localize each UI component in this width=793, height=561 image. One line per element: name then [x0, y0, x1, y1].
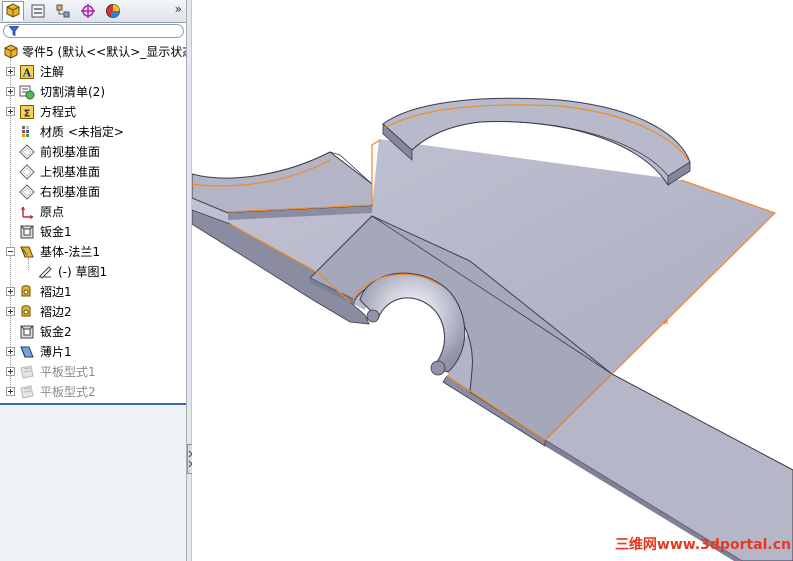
- tree-item[interactable]: 平板型式2: [0, 382, 186, 402]
- tree-filter-input[interactable]: [3, 24, 184, 38]
- tree-item[interactable]: 原点: [0, 202, 186, 222]
- tree-item[interactable]: 钣金2: [0, 322, 186, 342]
- watermark-text: 三维网www.3dportal.cn: [614, 537, 791, 553]
- tree-item-label: 前视基准面: [40, 145, 101, 159]
- propertymanager-tab[interactable]: [27, 1, 49, 21]
- tab-feature-icon: [19, 344, 35, 360]
- tree-item[interactable]: (-) 草图1: [0, 262, 186, 282]
- tree-item[interactable]: 前视基准面: [0, 142, 186, 162]
- svg-text:A: A: [22, 67, 32, 80]
- tree-item[interactable]: 上视基准面: [0, 162, 186, 182]
- tree-item-label: 平板型式1: [40, 365, 96, 379]
- cut-list-icon: [19, 84, 35, 100]
- tree-item[interactable]: 褶边2: [0, 302, 186, 322]
- more-tabs-button[interactable]: »: [175, 2, 182, 16]
- plane-icon: [19, 144, 35, 160]
- annotation-icon: A: [19, 64, 35, 80]
- tree-item-label: 平板型式2: [40, 385, 96, 399]
- collapse-toggle[interactable]: [6, 247, 15, 256]
- part-icon: [3, 44, 19, 60]
- tree-item-label: 钣金2: [40, 325, 72, 339]
- hem-icon: [19, 304, 35, 320]
- expand-toggle[interactable]: [6, 67, 15, 76]
- configuration-icon: [56, 4, 70, 18]
- tree-item[interactable]: Σ 方程式: [0, 102, 186, 122]
- tree-item[interactable]: 材质 <未指定>: [0, 122, 186, 142]
- tree-item-label: 褶边1: [40, 285, 72, 299]
- panel-tab-bar: »: [0, 0, 186, 23]
- expand-toggle[interactable]: [6, 367, 15, 376]
- tree-item-label: 上视基准面: [40, 165, 101, 179]
- flat-pattern-icon: [19, 364, 35, 380]
- plane-icon: [19, 184, 35, 200]
- hem-icon: [19, 284, 35, 300]
- tree-item-label: 褶边2: [40, 305, 72, 319]
- tree-item-label: 注解: [40, 65, 65, 79]
- flat-pattern-icon: [19, 384, 35, 400]
- panel-empty-area: [0, 405, 186, 561]
- tree-item-label: 右视基准面: [40, 185, 101, 199]
- sheet-metal-icon: [19, 224, 35, 240]
- propertymanager-icon: [31, 4, 45, 18]
- tree-item[interactable]: 右视基准面: [0, 182, 186, 202]
- tree-item[interactable]: 平板型式1: [0, 362, 186, 382]
- expand-toggle[interactable]: [6, 87, 15, 96]
- tree-item-label: 原点: [40, 205, 65, 219]
- tree-item-label: 钣金1: [40, 225, 72, 239]
- expand-toggle[interactable]: [6, 287, 15, 296]
- expand-toggle[interactable]: [6, 347, 15, 356]
- featuremanager-tree-icon: [6, 3, 20, 18]
- plane-icon: [19, 164, 35, 180]
- tree-item-label: 方程式: [40, 105, 77, 119]
- tree-item[interactable]: 钣金1: [0, 222, 186, 242]
- graphics-viewport[interactable]: 三维网www.3dportal.cn: [192, 0, 793, 561]
- featuremanager-tab[interactable]: [2, 1, 24, 21]
- tree-item-label: 薄片1: [40, 345, 72, 359]
- tree-item[interactable]: 薄片1: [0, 342, 186, 362]
- svg-text:Σ: Σ: [24, 109, 31, 120]
- expand-toggle[interactable]: [6, 107, 15, 116]
- tree-item-label: 基体-法兰1: [40, 245, 100, 259]
- expand-toggle[interactable]: [6, 307, 15, 316]
- tree-item[interactable]: A 注解: [0, 62, 186, 82]
- sheet-metal-icon: [19, 324, 35, 340]
- dimxpert-tab[interactable]: [77, 1, 99, 21]
- tree-item[interactable]: 切割清单(2): [0, 82, 186, 102]
- display-manager-tab[interactable]: [102, 1, 124, 21]
- sketch-icon: [37, 264, 53, 280]
- material-icon: [19, 124, 35, 140]
- equation-icon: Σ: [19, 104, 35, 120]
- filter-funnel-icon: [9, 26, 19, 36]
- expand-toggle[interactable]: [6, 387, 15, 396]
- tree-item[interactable]: 基体-法兰1: [0, 242, 186, 262]
- feature-manager-panel: » 零件5 (默认<<默认>_显示状态 A 注解切割清单(2) Σ 方程式材质 <未指…: [0, 0, 187, 561]
- tree-item[interactable]: 褶边1: [0, 282, 186, 302]
- base-flange-icon: [19, 244, 35, 260]
- display-pie-icon: [106, 4, 120, 18]
- tree-item-label: 切割清单(2): [40, 85, 105, 99]
- sheet-metal-part-model[interactable]: [192, 0, 793, 561]
- dimxpert-target-icon: [81, 4, 95, 18]
- tree-root-label: 零件5 (默认<<默认>_显示状态: [22, 45, 187, 59]
- tree-item-label: 材质 <未指定>: [40, 125, 124, 139]
- tree-root[interactable]: 零件5 (默认<<默认>_显示状态: [0, 42, 186, 62]
- configurationmanager-tab[interactable]: [52, 1, 74, 21]
- origin-icon: [19, 204, 35, 220]
- tree-item-label: (-) 草图1: [58, 265, 108, 279]
